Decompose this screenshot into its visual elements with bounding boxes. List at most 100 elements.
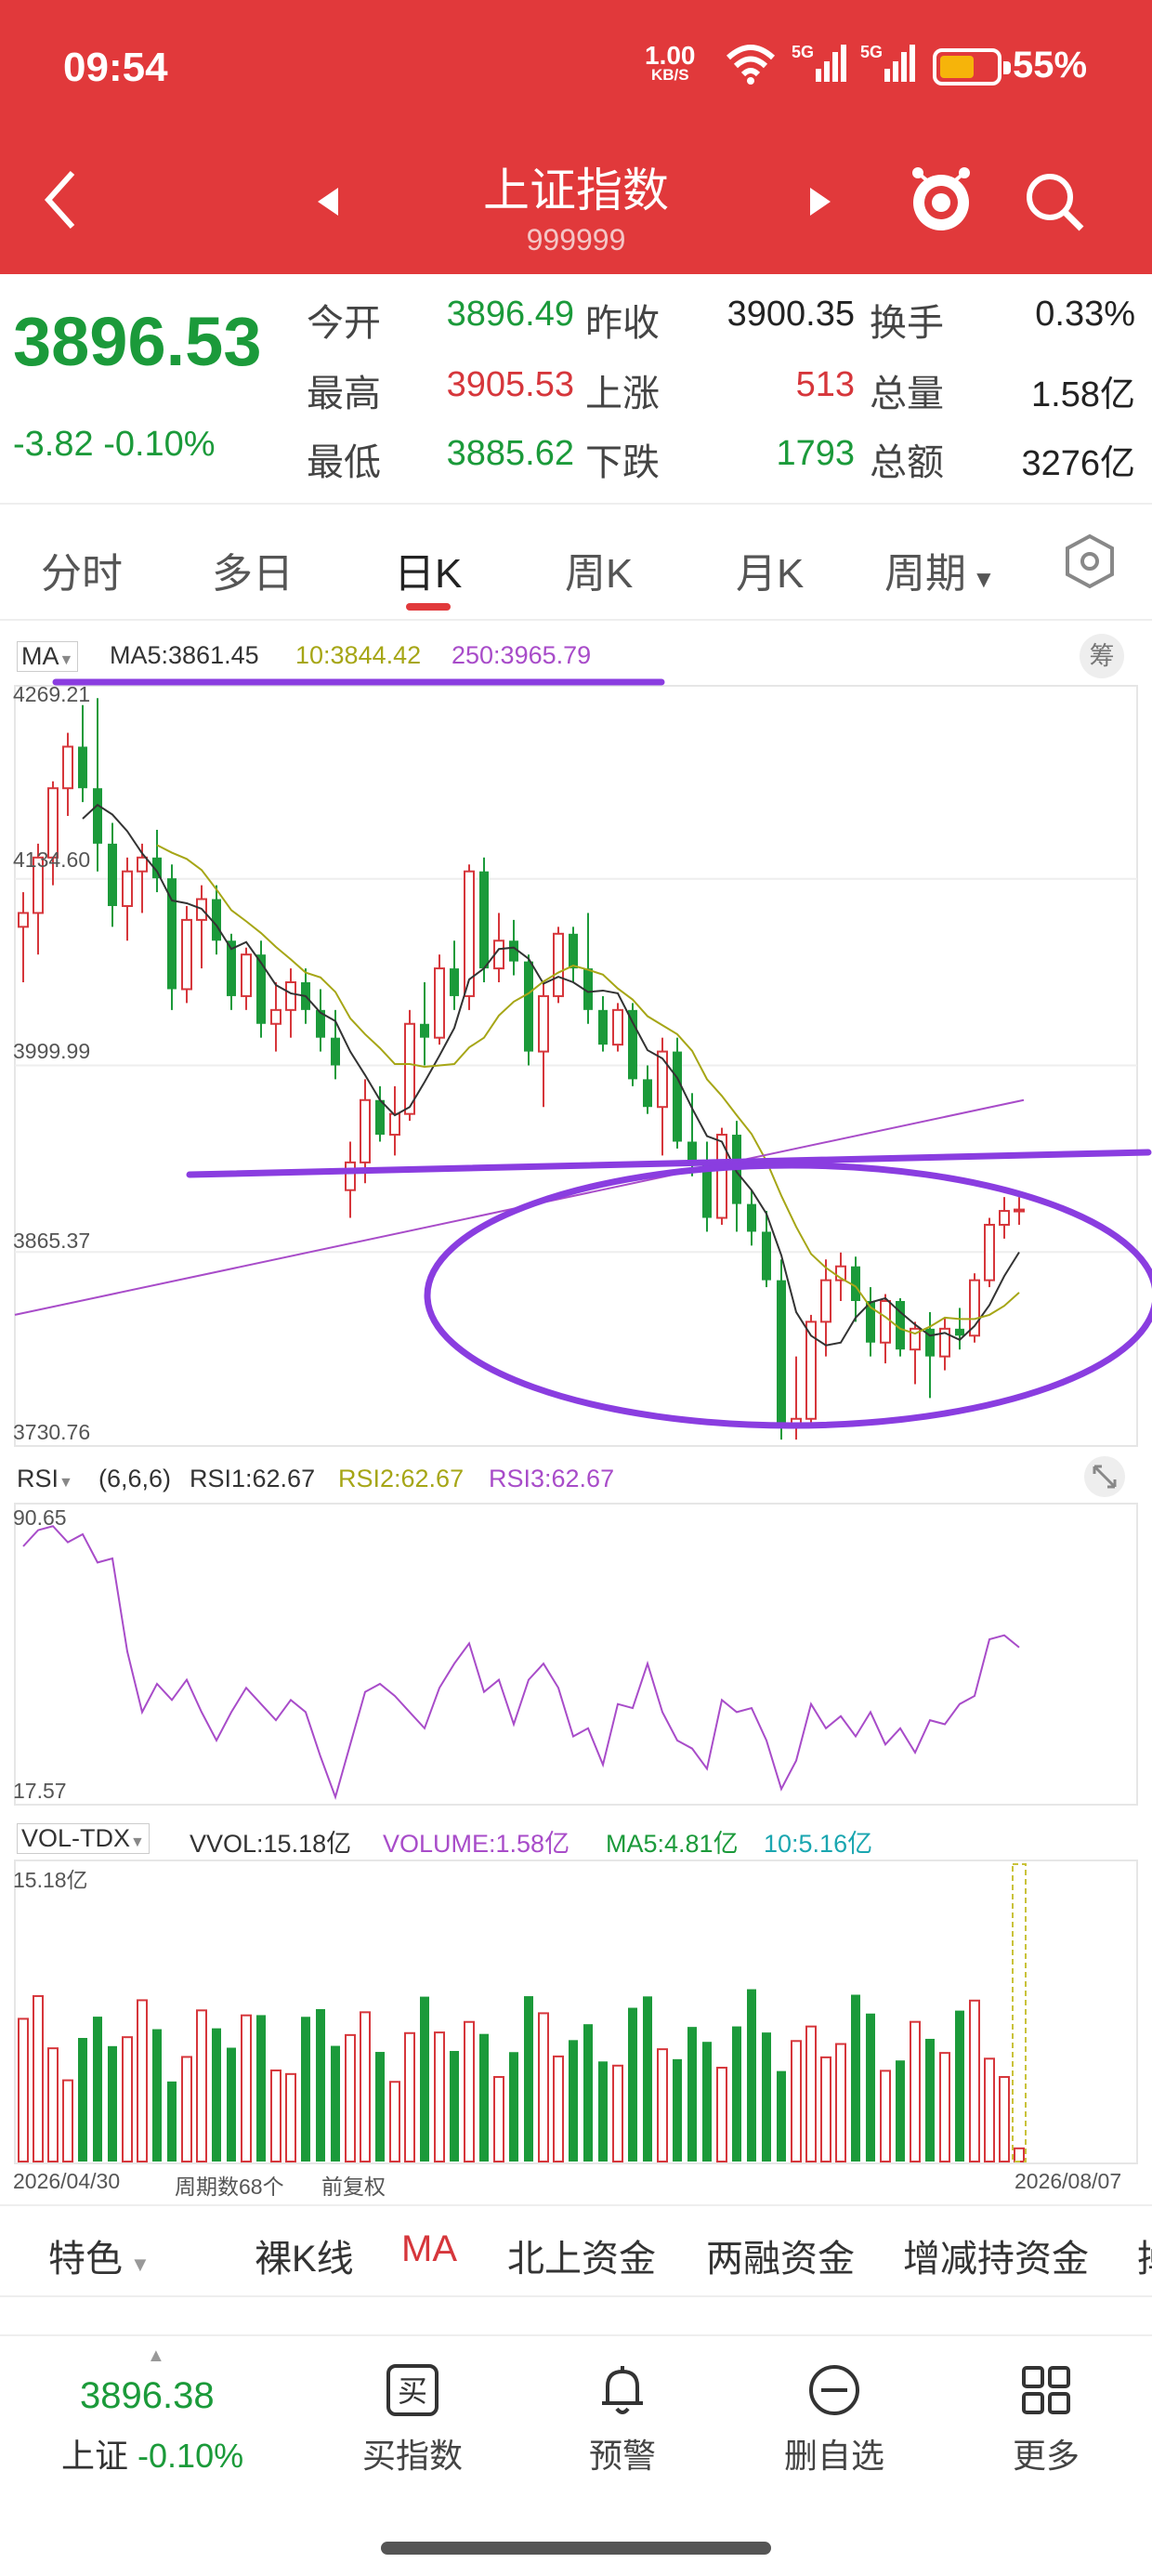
rsi-axis-min: 17.57 bbox=[13, 1779, 67, 1803]
mini-pct: -0.10% bbox=[137, 2437, 244, 2475]
vol-bar-down bbox=[896, 2060, 905, 2162]
vol-bar-up bbox=[464, 2020, 475, 2162]
feature-ma[interactable]: MA bbox=[401, 2228, 457, 2270]
candle-body-down bbox=[687, 1141, 697, 1163]
vol-bar-down bbox=[78, 2038, 87, 2162]
vol-bar-up bbox=[270, 2069, 281, 2162]
candle-body-up bbox=[18, 912, 29, 928]
candle-body-down bbox=[777, 1280, 786, 1426]
vol-bar-down bbox=[227, 2047, 236, 2162]
candle-body-down bbox=[747, 1203, 756, 1232]
vol-bar-up bbox=[910, 2020, 921, 2162]
vol-bar-up bbox=[360, 2011, 371, 2163]
feature-northbound[interactable]: 北上资金 bbox=[507, 2228, 656, 2282]
vol-bar-up bbox=[553, 2055, 564, 2163]
home-indicator[interactable] bbox=[381, 2542, 771, 2555]
candle-body-up bbox=[1014, 1208, 1025, 1213]
vol-bar-up bbox=[791, 2040, 802, 2162]
candle-body-up bbox=[270, 1008, 281, 1025]
alert-button[interactable]: 预警 bbox=[548, 2362, 697, 2477]
today-volume-outline bbox=[1012, 1863, 1027, 2162]
more-button[interactable]: 更多 bbox=[972, 2362, 1120, 2477]
vol-bar-down bbox=[331, 2045, 340, 2162]
vol-bars bbox=[18, 1863, 1027, 2163]
caret-up-icon: ▲ bbox=[147, 2346, 165, 2366]
vol-bar-down bbox=[108, 2045, 117, 2162]
feature-special[interactable]: 特色 ▼ bbox=[48, 2228, 151, 2282]
vol-bar-up bbox=[137, 1999, 148, 2163]
vol-bar-down bbox=[732, 2026, 741, 2162]
candle-body-down bbox=[256, 954, 266, 1024]
candle-body-up bbox=[880, 1300, 891, 1344]
vol-bar-down bbox=[301, 2017, 310, 2162]
k-axis-label: 3865.37 bbox=[13, 1229, 91, 1253]
vol-bar-up bbox=[880, 2070, 891, 2162]
vol-bar-up bbox=[820, 2056, 831, 2163]
feature-more[interactable]: 掉 bbox=[1137, 2228, 1152, 2282]
alert-label: 预警 bbox=[588, 2437, 656, 2475]
caret-down-icon: ▼ bbox=[130, 2253, 151, 2276]
vol-bar-down bbox=[762, 2032, 771, 2162]
vol-bar-down bbox=[479, 2033, 489, 2162]
vol-bar-up bbox=[1014, 2147, 1025, 2162]
candle-body-down bbox=[331, 1037, 340, 1066]
candle-body-up bbox=[553, 932, 564, 997]
vol-axis-max: 15.18亿 bbox=[13, 1868, 88, 1892]
buy-index-button[interactable]: 买 买指数 bbox=[338, 2362, 487, 2477]
candle-body-up bbox=[360, 1098, 371, 1163]
vol-bar-up bbox=[18, 2017, 29, 2162]
vol-bar-down bbox=[375, 2052, 385, 2162]
candle-body-down bbox=[212, 899, 221, 941]
candle-body-up bbox=[820, 1279, 831, 1323]
vol-bar-up bbox=[389, 2081, 400, 2162]
vol-bar-down bbox=[673, 2058, 682, 2162]
buy-icon-glyph: 买 bbox=[398, 2374, 427, 2408]
vol-bar-down bbox=[583, 2024, 593, 2162]
candle-body-up bbox=[137, 856, 148, 873]
k-axis-label: 3730.76 bbox=[13, 1420, 91, 1444]
vol-bar-up bbox=[612, 2064, 623, 2162]
k-candles bbox=[18, 698, 1025, 1440]
remove-watchlist-button[interactable]: 删自选 bbox=[760, 2362, 909, 2477]
vol-bar-down bbox=[702, 2042, 712, 2162]
vol-bar-up bbox=[62, 2079, 73, 2162]
charts-area[interactable] bbox=[0, 0, 1152, 2204]
vol-bar-up bbox=[47, 2047, 59, 2163]
vol-bar-up bbox=[434, 2031, 445, 2163]
vol-bar-down bbox=[316, 2008, 325, 2162]
mini-price[interactable]: 3896.38 bbox=[80, 2375, 215, 2417]
k-axis-label: 3999.99 bbox=[13, 1039, 91, 1063]
period-count: 周期数68个 bbox=[175, 2175, 284, 2199]
candle-body-up bbox=[389, 1112, 400, 1137]
candle-body-up bbox=[434, 967, 445, 1039]
candle-body-up bbox=[345, 1161, 356, 1191]
vol-bar-up bbox=[805, 2025, 817, 2163]
vol-bar-down bbox=[524, 1996, 533, 2162]
vol-bar-down bbox=[420, 1996, 429, 2162]
vol-bar-up bbox=[493, 2076, 504, 2163]
mini-quote[interactable]: 上证 -0.10% bbox=[61, 2429, 243, 2477]
feature-holdings[interactable]: 增减持资金 bbox=[903, 2228, 1089, 2282]
feature-naked-k[interactable]: 裸K线 bbox=[255, 2228, 354, 2282]
candle-body-down bbox=[108, 843, 117, 906]
vol-bar-down bbox=[643, 1996, 652, 2162]
vol-bar-up bbox=[241, 2014, 252, 2163]
feature-margin[interactable]: 两融资金 bbox=[706, 2228, 855, 2282]
vol-bar-down bbox=[925, 2038, 935, 2162]
candle-body-up bbox=[285, 980, 296, 1011]
candle-body-down bbox=[93, 788, 102, 844]
vol-bar-up bbox=[939, 2052, 950, 2162]
vol-bar-up bbox=[999, 2076, 1010, 2163]
buy-index-label: 买指数 bbox=[361, 2437, 463, 2475]
candle-body-up bbox=[62, 745, 73, 790]
vol-bar-up bbox=[404, 2031, 415, 2162]
candle-body-down bbox=[479, 871, 489, 969]
candle-body-up bbox=[538, 994, 549, 1053]
vol-bar-down bbox=[93, 2017, 102, 2162]
candle-body-down bbox=[598, 1009, 608, 1045]
vol-bar-down bbox=[152, 2029, 162, 2162]
candle-body-up bbox=[612, 1008, 623, 1046]
rsi-line bbox=[22, 1525, 1020, 1801]
feature-bar: 特色 ▼ 裸K线 MA 北上资金 两融资金 增减持资金 掉 bbox=[0, 2204, 1152, 2297]
candle-body-down bbox=[955, 1328, 964, 1336]
